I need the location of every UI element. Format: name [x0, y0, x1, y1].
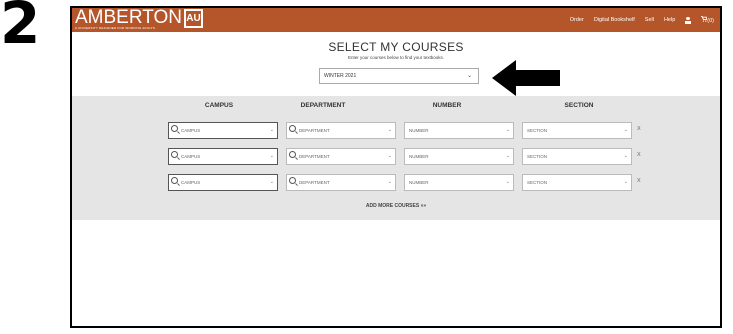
- search-icon: [289, 151, 296, 158]
- number-select[interactable]: NUMBER ⌄: [404, 174, 514, 191]
- campus-select[interactable]: CAMPUS ⌄: [168, 122, 278, 139]
- campus-placeholder: CAMPUS: [181, 180, 201, 185]
- column-header-number: NUMBER: [432, 102, 462, 109]
- search-icon: [171, 177, 178, 184]
- page-title: SELECT MY COURSES: [328, 40, 464, 54]
- department-select[interactable]: DEPARTMENT ⌄: [286, 122, 396, 139]
- number-placeholder: NUMBER: [409, 180, 429, 185]
- chevron-down-icon: ⌄: [269, 179, 274, 185]
- course-row: CAMPUS ⌄ DEPARTMENT ⌄ NUMBER ⌄ SECTION ⌄ X: [72, 122, 720, 140]
- chevron-down-icon: ⌄: [623, 153, 628, 159]
- course-row: CAMPUS ⌄ DEPARTMENT ⌄ NUMBER ⌄ SECTION ⌄ X: [72, 148, 720, 166]
- top-nav-bar: AMBERTON AU A UNIVERSITY DESIGNED FOR WOR…: [72, 8, 720, 32]
- chevron-down-icon: ⌄: [269, 153, 274, 159]
- section-select[interactable]: SECTION ⌄: [522, 148, 632, 165]
- chevron-down-icon: ⌄: [505, 153, 510, 159]
- column-header-campus: CAMPUS: [204, 102, 234, 109]
- nav-menu: Order Digital Bookshelf Sell Help (0): [570, 8, 714, 32]
- add-more-courses-link[interactable]: ADD MORE COURSES »»: [72, 203, 720, 209]
- campus-select[interactable]: CAMPUS ⌄: [168, 148, 278, 165]
- campus-select[interactable]: CAMPUS ⌄: [168, 174, 278, 191]
- nav-sell[interactable]: Sell: [645, 17, 654, 23]
- page-subtitle: Enter your courses below to find your te…: [347, 55, 445, 60]
- course-row: CAMPUS ⌄ DEPARTMENT ⌄ NUMBER ⌄ SECTION ⌄ X: [72, 174, 720, 192]
- chevron-down-icon: ⌄: [505, 127, 510, 133]
- term-select[interactable]: WINTER 2021 ⌄: [319, 68, 479, 84]
- department-placeholder: DEPARTMENT: [299, 128, 330, 133]
- search-icon: [171, 151, 178, 158]
- section-placeholder: SECTION: [527, 180, 548, 185]
- chevron-down-icon: ⌄: [466, 73, 472, 79]
- nav-digital-bookshelf[interactable]: Digital Bookshelf: [594, 17, 635, 23]
- chevron-down-icon: ⌄: [387, 127, 392, 133]
- chevron-down-icon: ⌄: [623, 179, 628, 185]
- chevron-down-icon: ⌄: [387, 179, 392, 185]
- search-icon: [289, 125, 296, 132]
- campus-placeholder: CAMPUS: [181, 128, 201, 133]
- department-select[interactable]: DEPARTMENT ⌄: [286, 174, 396, 191]
- user-icon[interactable]: [685, 16, 692, 24]
- step-number: 2: [0, 0, 41, 57]
- number-placeholder: NUMBER: [409, 128, 429, 133]
- column-header-department: DEPARTMENT: [300, 102, 346, 109]
- browser-frame: AMBERTON AU A UNIVERSITY DESIGNED FOR WOR…: [70, 6, 722, 328]
- search-icon: [289, 177, 296, 184]
- cart-link[interactable]: (0): [701, 16, 714, 24]
- chevron-down-icon: ⌄: [623, 127, 628, 133]
- column-header-section: SECTION: [564, 102, 594, 109]
- section-select[interactable]: SECTION ⌄: [522, 174, 632, 191]
- search-icon: [171, 125, 178, 132]
- number-select[interactable]: NUMBER ⌄: [404, 122, 514, 139]
- pointer-arrow-icon: [492, 60, 560, 96]
- course-selection-panel: CAMPUS DEPARTMENT NUMBER SECTION CAMPUS ⌄…: [72, 96, 720, 220]
- brand-name: AMBERTON: [75, 7, 182, 28]
- brand-tagline: A UNIVERSITY DESIGNED FOR WORKING ADULTS: [75, 26, 156, 30]
- department-select[interactable]: DEPARTMENT ⌄: [286, 148, 396, 165]
- nav-order[interactable]: Order: [570, 17, 584, 23]
- chevron-down-icon: ⌄: [269, 127, 274, 133]
- department-placeholder: DEPARTMENT: [299, 180, 330, 185]
- cart-count: (0): [707, 18, 714, 24]
- number-placeholder: NUMBER: [409, 154, 429, 159]
- department-placeholder: DEPARTMENT: [299, 154, 330, 159]
- number-select[interactable]: NUMBER ⌄: [404, 148, 514, 165]
- term-value: WINTER 2021: [324, 73, 357, 79]
- remove-row-button[interactable]: X: [637, 126, 641, 132]
- chevron-down-icon: ⌄: [387, 153, 392, 159]
- section-placeholder: SECTION: [527, 128, 548, 133]
- chevron-down-icon: ⌄: [505, 179, 510, 185]
- section-placeholder: SECTION: [527, 154, 548, 159]
- campus-placeholder: CAMPUS: [181, 154, 201, 159]
- section-select[interactable]: SECTION ⌄: [522, 122, 632, 139]
- remove-row-button[interactable]: X: [637, 178, 641, 184]
- remove-row-button[interactable]: X: [637, 152, 641, 158]
- brand-logo[interactable]: AMBERTON AU: [75, 8, 203, 28]
- nav-help[interactable]: Help: [664, 17, 675, 23]
- brand-mark-icon: AU: [184, 9, 203, 28]
